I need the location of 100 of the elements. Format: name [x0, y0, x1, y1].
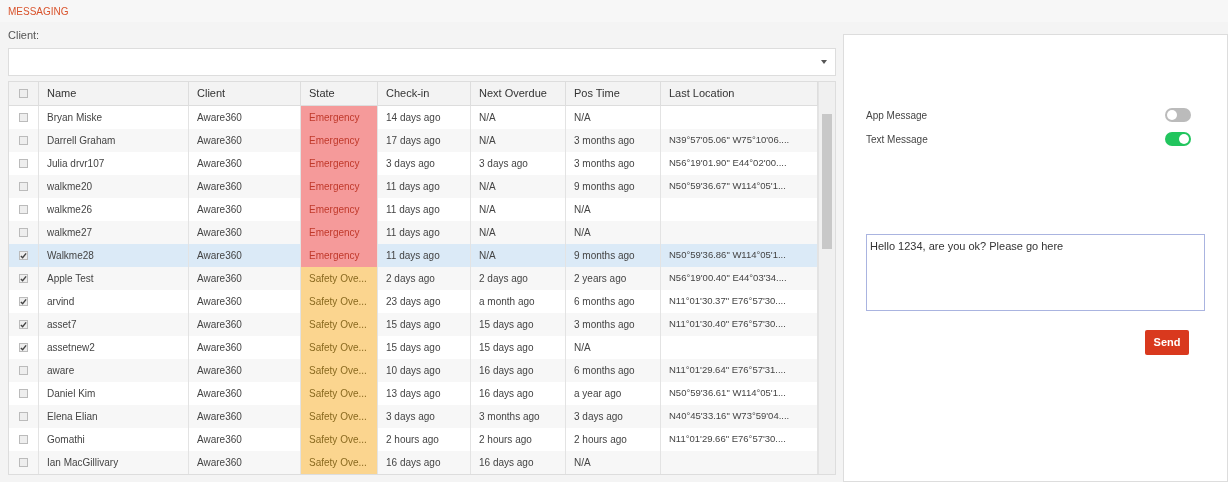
toggle-label: App Message — [866, 108, 928, 123]
table-row[interactable]: asset7 Aware360 Safety Ove... 15 days ago 15 days ago 3 months ago N11°01'30.40" E76°57'30.... — [9, 313, 818, 336]
table-cell-text: walkme27 — [47, 226, 93, 240]
column-header[interactable]: Client — [189, 82, 301, 105]
checkmark-icon — [20, 343, 27, 352]
scrollbar[interactable] — [818, 82, 835, 474]
table-cell-text: 15 days ago — [386, 341, 441, 355]
table-cell-text: 3 days ago — [386, 410, 435, 424]
row-checkbox[interactable] — [19, 228, 28, 237]
table-row[interactable]: aware Aware360 Safety Ove... 10 days ago 16 days ago 6 months ago N11°01'29.64" E76°57'31.... — [9, 359, 818, 382]
table-row[interactable]: Apple Test Aware360 Safety Ove... 2 days ago 2 days ago 2 years ago N56°19'00.40" E44°03'34.... — [9, 267, 818, 290]
table-cell: N39°57'05.06" W75°10'06.... — [669, 133, 790, 148]
state-cell: Safety Ove... — [301, 313, 377, 336]
table-cell: N56°19'00.40" E44°03'34.... — [669, 271, 787, 286]
state-cell: Safety Ove... — [301, 382, 377, 405]
table-cell-text: N/A — [479, 180, 496, 194]
state-cell: Emergency — [301, 198, 377, 221]
column-header[interactable]: Pos Time — [566, 82, 661, 105]
row-checkbox[interactable] — [19, 251, 28, 260]
state-cell: Safety Ove... — [301, 405, 377, 428]
page-title: MESSAGING — [8, 4, 69, 19]
table-row[interactable]: Elena Elian Aware360 Safety Ove... 3 days ago 3 months ago 3 days ago N40°45'33.16" W73°59'04.... — [9, 405, 818, 428]
table-cell-text: Aware360 — [197, 272, 242, 286]
table-cell-text: 11 days ago — [386, 203, 440, 217]
checkmark-icon — [20, 274, 27, 283]
table-cell-text: Gomathi — [47, 433, 85, 447]
table-cell-text: Aware360 — [197, 410, 242, 424]
send-button[interactable]: Send — [1145, 330, 1189, 355]
table-cell-text: 16 days ago — [479, 456, 534, 470]
row-checkbox[interactable] — [19, 182, 28, 191]
row-checkbox[interactable] — [19, 136, 28, 145]
client-dropdown[interactable] — [8, 48, 836, 76]
table-cell-text: 11 days ago — [386, 249, 440, 263]
state-cell: Safety Ove... — [301, 428, 377, 451]
table-cell: N11°01'30.40" E76°57'30.... — [669, 317, 786, 332]
table-cell-text: 3 days ago — [479, 157, 528, 171]
table-cell-text: 2 hours ago — [386, 433, 439, 447]
table-cell-text: 3 days ago — [574, 410, 623, 424]
table-cell-text: Aware360 — [197, 387, 242, 401]
table-cell: N11°01'30.37" E76°57'30.... — [669, 294, 786, 309]
table-cell-text: Aware360 — [197, 295, 242, 309]
table-cell-text: 2 years ago — [574, 272, 627, 286]
row-checkbox[interactable] — [19, 89, 28, 98]
table-cell-text: 11 days ago — [386, 226, 440, 240]
table-row[interactable]: walkme27 Aware360 Emergency 11 days ago N/A N/A — [9, 221, 818, 244]
row-checkbox[interactable] — [19, 412, 28, 421]
table-cell-text: walkme20 — [47, 180, 93, 194]
toggle-switch[interactable] — [1165, 132, 1191, 146]
table-row[interactable]: walkme20 Aware360 Emergency 11 days ago N/A 9 months ago N50°59'36.67" W114°05'1... — [9, 175, 818, 198]
table-cell-text: 9 months ago — [574, 249, 635, 263]
row-checkbox[interactable] — [19, 205, 28, 214]
table-cell-text: 16 days ago — [479, 364, 534, 378]
column-header[interactable]: Name — [39, 82, 189, 105]
row-checkbox[interactable] — [19, 389, 28, 398]
table-cell-text: 16 days ago — [386, 456, 441, 470]
row-checkbox[interactable] — [19, 343, 28, 352]
table-cell-text: a month ago — [479, 295, 535, 309]
table-row[interactable]: Ian MacGillivary Aware360 Safety Ove... 16 days ago 16 days ago N/A — [9, 451, 818, 474]
state-cell: Emergency — [301, 244, 377, 267]
table-cell-text: Aware360 — [197, 226, 242, 240]
table-cell-text: a year ago — [574, 387, 622, 401]
field-label: Client: — [8, 27, 41, 43]
table-cell-text: N/A — [479, 111, 496, 125]
table-cell-text: 2 days ago — [386, 272, 435, 286]
column-header[interactable]: State — [301, 82, 378, 105]
table-cell-text: N/A — [574, 456, 591, 470]
column-header[interactable]: Next Overdue — [471, 82, 566, 105]
table-cell-text: 3 months ago — [574, 134, 635, 148]
table-cell: N50°59'36.86" W114°05'1... — [669, 248, 786, 263]
table-cell-text: Aware360 — [197, 364, 242, 378]
table-cell-text: Daniel Kim — [47, 387, 96, 401]
row-checkbox[interactable] — [19, 113, 28, 122]
state-cell: Safety Ove... — [301, 451, 377, 474]
table-cell-text: 15 days ago — [479, 318, 534, 332]
state-cell: Safety Ove... — [301, 359, 377, 382]
column-header[interactable]: Check-in — [378, 82, 471, 105]
message-field[interactable]: Hello 1234, are you ok? Please go here — [866, 234, 1205, 311]
state-cell: Emergency — [301, 129, 377, 152]
table-cell-text: 16 days ago — [479, 387, 534, 401]
state-cell: Emergency — [301, 152, 377, 175]
table-cell-text: 15 days ago — [479, 341, 534, 355]
row-checkbox[interactable] — [19, 274, 28, 283]
row-checkbox[interactable] — [19, 366, 28, 375]
table-cell-text: Aware360 — [197, 433, 242, 447]
toggle-switch[interactable] — [1165, 108, 1191, 122]
row-checkbox[interactable] — [19, 320, 28, 329]
row-checkbox[interactable] — [19, 435, 28, 444]
table-row[interactable]: Walkme28 Aware360 Emergency 11 days ago N/A 9 months ago N50°59'36.86" W114°05'1... — [9, 244, 818, 267]
table-cell-text: aware — [47, 364, 75, 378]
table-cell-text: Aware360 — [197, 157, 242, 171]
state-cell: Emergency — [301, 221, 377, 244]
table-row[interactable]: Darrell Graham Aware360 Emergency 17 days ago N/A 3 months ago N39°57'05.06" W75°10'06.... — [9, 129, 818, 152]
table-cell-text: N/A — [479, 134, 496, 148]
row-checkbox[interactable] — [19, 297, 28, 306]
table-cell-text: Julia drvr107 — [47, 157, 105, 171]
table-cell-text: 2 hours ago — [479, 433, 532, 447]
table-cell-text: Aware360 — [197, 341, 242, 355]
table-cell-text: 17 days ago — [386, 134, 441, 148]
row-checkbox[interactable] — [19, 458, 28, 467]
row-checkbox[interactable] — [19, 159, 28, 168]
